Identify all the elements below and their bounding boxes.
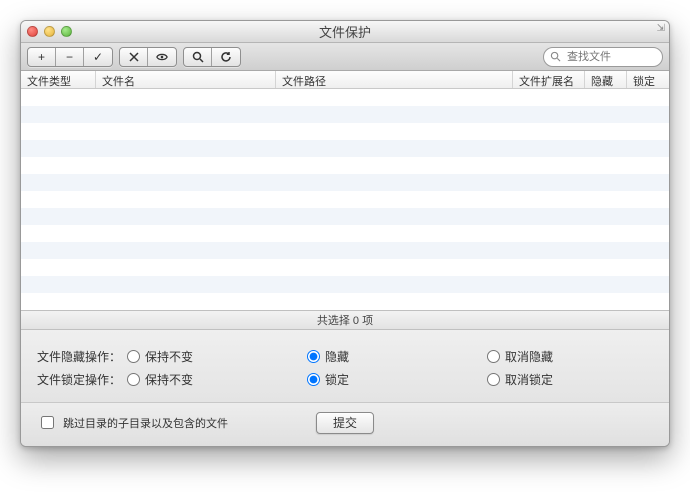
lock-keep-radio[interactable] xyxy=(127,373,140,386)
eye-icon xyxy=(156,51,168,63)
column-path[interactable]: 文件路径 xyxy=(276,71,513,88)
table-row xyxy=(21,259,669,276)
lock-do-radio[interactable] xyxy=(307,373,320,386)
search-icon xyxy=(550,51,561,62)
table-row xyxy=(21,293,669,310)
table-row xyxy=(21,276,669,293)
toolbar-group-add-remove: + − ✓ xyxy=(27,47,113,67)
table-row xyxy=(21,174,669,191)
table-row xyxy=(21,208,669,225)
app-window: 文件保护 ⇲ + − ✓ xyxy=(20,20,670,447)
traffic-lights xyxy=(27,26,72,37)
column-type[interactable]: 文件类型 xyxy=(21,71,96,88)
lock-undo-option[interactable]: 取消锁定 xyxy=(487,371,653,388)
hide-keep-radio[interactable] xyxy=(127,350,140,363)
column-hidden[interactable]: 隐藏 xyxy=(585,71,627,88)
close-window-button[interactable] xyxy=(27,26,38,37)
refresh-icon xyxy=(220,51,232,63)
titlebar: 文件保护 ⇲ xyxy=(21,21,669,43)
column-name[interactable]: 文件名 xyxy=(96,71,276,88)
lock-do-option[interactable]: 锁定 xyxy=(307,371,487,388)
hide-do-option[interactable]: 隐藏 xyxy=(307,348,487,365)
skip-subdirs-option[interactable]: 跳过目录的子目录以及包含的文件 xyxy=(37,413,228,432)
refresh-button[interactable] xyxy=(212,48,240,66)
footer: 跳过目录的子目录以及包含的文件 提交 xyxy=(21,403,669,446)
lock-operation-label: 文件锁定操作： xyxy=(37,371,127,388)
search-input[interactable] xyxy=(565,50,655,64)
table-row xyxy=(21,242,669,259)
confirm-button[interactable]: ✓ xyxy=(84,48,112,66)
zoom-window-button[interactable] xyxy=(61,26,72,37)
table-header: 文件类型 文件名 文件路径 文件扩展名 隐藏 锁定 xyxy=(21,71,669,89)
check-icon: ✓ xyxy=(93,50,103,64)
selection-status: 共选择 0 项 xyxy=(21,310,669,330)
column-ext[interactable]: 文件扩展名 xyxy=(513,71,585,88)
lock-keep-option[interactable]: 保持不变 xyxy=(127,371,307,388)
x-icon xyxy=(128,51,140,63)
table-row xyxy=(21,123,669,140)
reveal-button[interactable] xyxy=(148,48,176,66)
toolbar: + − ✓ xyxy=(21,43,669,71)
remove-button[interactable]: − xyxy=(56,48,84,66)
file-list[interactable] xyxy=(21,89,669,310)
lock-undo-radio[interactable] xyxy=(487,373,500,386)
skip-subdirs-checkbox[interactable] xyxy=(41,416,54,429)
table-row xyxy=(21,191,669,208)
table-row xyxy=(21,140,669,157)
magnifier-icon xyxy=(192,51,204,63)
minimize-window-button[interactable] xyxy=(44,26,55,37)
hide-operation-row: 文件隐藏操作： 保持不变 隐藏 取消隐藏 xyxy=(37,348,653,365)
table-row xyxy=(21,106,669,123)
fullscreen-icon[interactable]: ⇲ xyxy=(657,23,665,34)
lock-operation-row: 文件锁定操作： 保持不变 锁定 取消锁定 xyxy=(37,371,653,388)
hide-undo-option[interactable]: 取消隐藏 xyxy=(487,348,653,365)
find-button[interactable] xyxy=(184,48,212,66)
table-row xyxy=(21,157,669,174)
add-button[interactable]: + xyxy=(28,48,56,66)
delete-button[interactable] xyxy=(120,48,148,66)
hide-undo-radio[interactable] xyxy=(487,350,500,363)
options-panel: 文件隐藏操作： 保持不变 隐藏 取消隐藏 文件锁定操作： 保持不变 锁定 xyxy=(21,330,669,403)
toolbar-group-actions xyxy=(119,47,177,67)
table-row xyxy=(21,225,669,242)
hide-do-radio[interactable] xyxy=(307,350,320,363)
hide-keep-option[interactable]: 保持不变 xyxy=(127,348,307,365)
search-field[interactable] xyxy=(543,47,663,67)
window-title: 文件保护 xyxy=(21,22,669,41)
hide-operation-label: 文件隐藏操作： xyxy=(37,348,127,365)
toolbar-group-find xyxy=(183,47,241,67)
minus-icon: − xyxy=(66,50,73,64)
table-row xyxy=(21,89,669,106)
plus-icon: + xyxy=(38,50,45,64)
column-locked[interactable]: 锁定 xyxy=(627,71,669,88)
submit-button[interactable]: 提交 xyxy=(316,412,374,434)
